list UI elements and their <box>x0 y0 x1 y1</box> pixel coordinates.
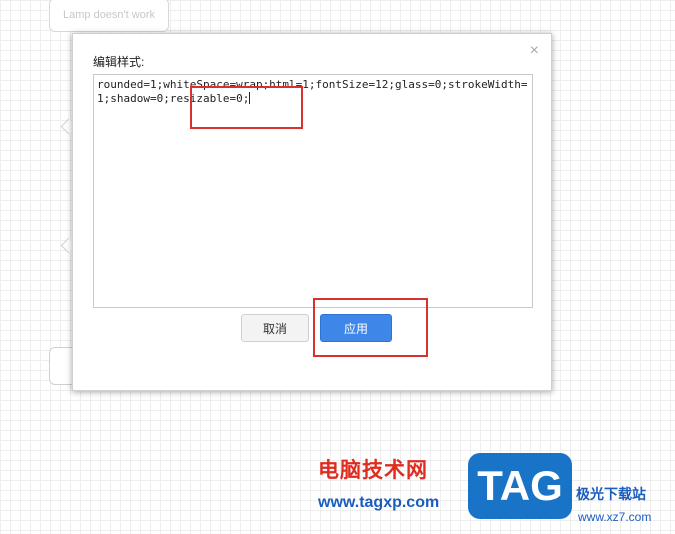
watermark-site-name: 电脑技术网 <box>318 459 428 482</box>
edit-style-dialog: 编辑样式: × rounded=1;whiteSpace=wrap;html=1… <box>72 33 552 391</box>
style-text: rounded=1;whiteSpace=wrap;html=1;fontSiz… <box>97 78 528 105</box>
dialog-title: 编辑样式: <box>93 55 145 69</box>
style-textarea[interactable]: rounded=1;whiteSpace=wrap;html=1;fontSiz… <box>93 74 533 308</box>
watermark-site-url-2: www.xz7.com <box>578 510 652 524</box>
flow-node-lamp[interactable]: Lamp doesn't work <box>49 0 169 32</box>
highlight-box-resizable <box>190 86 303 129</box>
cancel-button[interactable]: 取消 <box>241 314 309 342</box>
watermark-site-name-2: 极光下载站 <box>576 486 646 502</box>
highlight-box-apply <box>313 298 428 357</box>
flow-node-label: Lamp doesn't work <box>63 9 155 21</box>
watermark-site-url: www.tagxp.com <box>318 494 440 511</box>
close-icon[interactable]: × <box>530 43 539 59</box>
tag-logo: TAG <box>468 453 572 519</box>
